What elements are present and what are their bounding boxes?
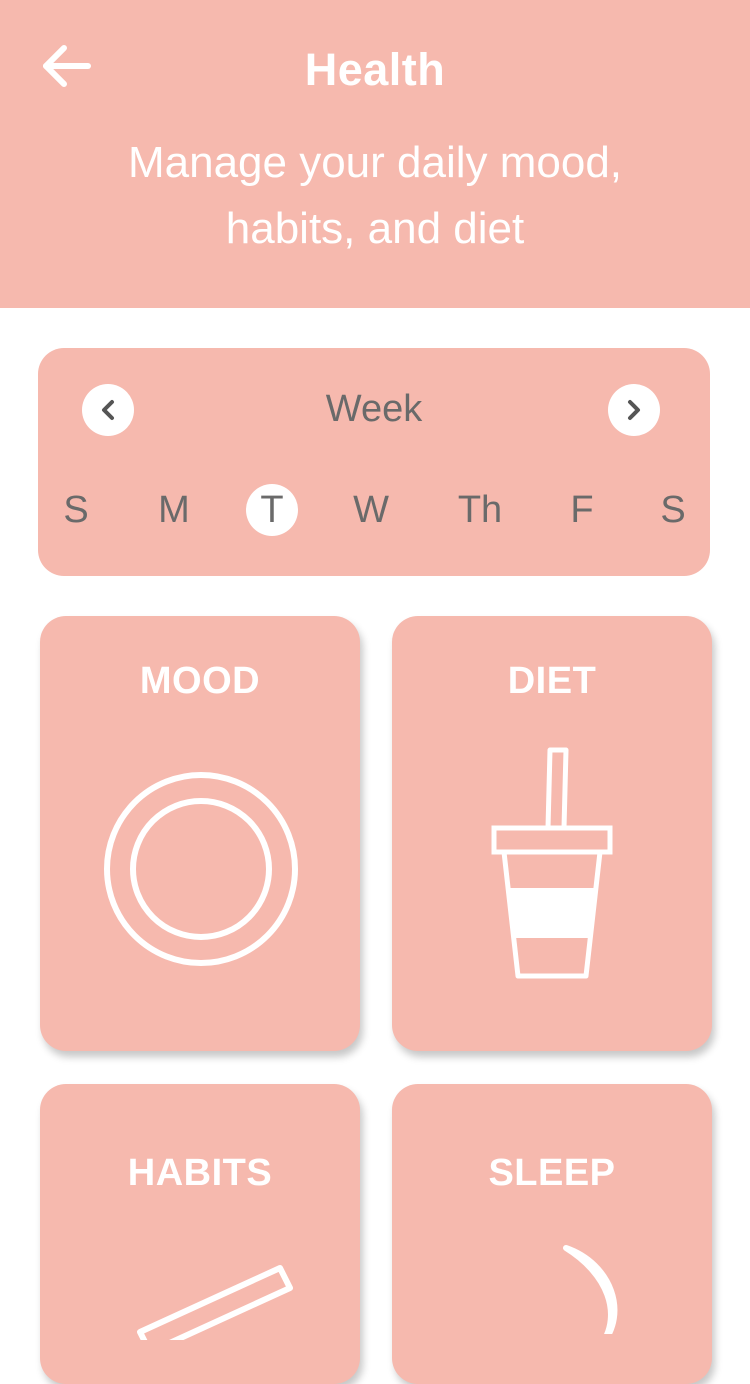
day-monday[interactable]: M <box>146 484 202 536</box>
week-selector: Week S M T W Th F S <box>38 348 710 576</box>
day-friday[interactable]: F <box>554 484 610 536</box>
moon-icon <box>563 1245 618 1334</box>
drink-cup-icon <box>491 747 613 979</box>
header: Health Manage your daily mood, habits, a… <box>0 0 750 308</box>
chevron-right-icon <box>628 400 640 420</box>
pencil-icon <box>137 1265 293 1340</box>
mood-tile-label: MOOD <box>139 660 261 702</box>
subtitle-line-1: Manage your daily mood, <box>127 138 623 187</box>
sleep-tile[interactable]: SLEEP <box>392 1084 712 1384</box>
next-week-button[interactable] <box>608 384 660 436</box>
page-title: Health <box>304 44 446 95</box>
diet-tile[interactable]: DIET <box>392 616 712 1051</box>
sleep-tile-label: SLEEP <box>488 1152 616 1194</box>
day-saturday[interactable]: S <box>645 484 701 536</box>
habits-tile[interactable]: HABITS <box>40 1084 360 1384</box>
day-sunday[interactable]: S <box>48 484 104 536</box>
page-subtitle: Manage your daily mood, habits, and diet <box>60 130 690 262</box>
day-thursday[interactable]: Th <box>452 484 508 536</box>
subtitle-line-2: habits, and diet <box>225 204 525 253</box>
diet-tile-label: DIET <box>507 660 597 702</box>
mood-tile[interactable]: MOOD <box>40 616 360 1051</box>
day-wednesday[interactable]: W <box>343 484 399 536</box>
habits-tile-label: HABITS <box>127 1152 273 1194</box>
day-tuesday[interactable]: T <box>246 484 298 536</box>
plate-icon <box>104 772 298 966</box>
